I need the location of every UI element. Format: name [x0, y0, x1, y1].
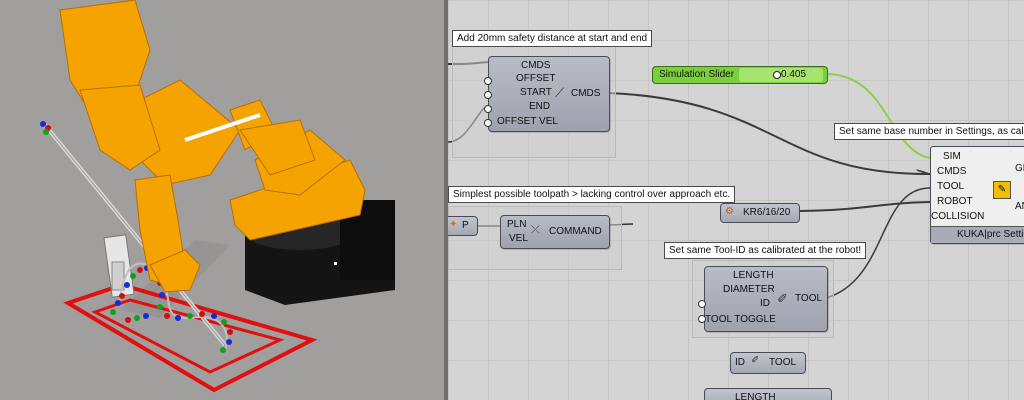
viewport-scene [40, 0, 395, 393]
input-diameter[interactable]: DIAMETER [723, 284, 775, 295]
kukaprc-core[interactable]: SIM CMDS TOOL ROBOT COLLISION ✎ GE AN KU… [930, 146, 1024, 244]
core-footer-label: KUKA|prc Setti [957, 229, 1024, 240]
note-safety-distance: Add 20mm safety distance at start and en… [452, 30, 653, 47]
point-label: P [462, 220, 469, 231]
tool2-icon: ✐ [751, 355, 760, 366]
lin-command[interactable]: PLN VEL ⤫ COMMAND [500, 215, 610, 249]
output-cmds[interactable]: CMDS [571, 88, 600, 99]
input-id[interactable]: ID [760, 298, 770, 309]
input-start[interactable]: START [520, 87, 552, 98]
grip-offset-vel[interactable] [484, 119, 492, 127]
input-cmds-core[interactable]: CMDS [937, 166, 966, 177]
grip-end[interactable] [484, 91, 492, 99]
input-vel[interactable]: VEL [509, 233, 528, 244]
grip-id[interactable] [698, 300, 706, 308]
point-param[interactable]: ✦ P [448, 216, 478, 236]
rhino-viewport[interactable] [0, 0, 444, 400]
tool-id-component[interactable]: ID ✐ TOOL [730, 352, 806, 374]
slider-value: 0.405 [781, 69, 807, 80]
simulation-slider[interactable]: Simulation Slider 0.405 [652, 66, 828, 84]
input-sim[interactable]: SIM [943, 151, 961, 162]
slider-track[interactable]: 0.405 [739, 68, 823, 82]
robot-arm-icon: ⚙ [725, 206, 734, 217]
slider-handle[interactable] [773, 71, 781, 79]
lin-icon: ⤫ [531, 224, 540, 236]
input-cmds[interactable]: CMDS [521, 60, 550, 71]
note-toolpath: Simplest possible toolpath > lacking con… [448, 186, 736, 203]
note-tool-id: Set same Tool-ID as calibrated at the ro… [664, 242, 867, 259]
grasshopper-canvas[interactable]: Add 20mm safety distance at start and en… [448, 0, 1024, 400]
input-length[interactable]: LENGTH [733, 270, 774, 281]
tool2-output[interactable]: TOOL [769, 357, 796, 368]
grip-tool-toggle[interactable] [698, 315, 706, 323]
output-ge[interactable]: GE [1015, 163, 1024, 174]
slider-name: Simulation Slider [659, 69, 735, 80]
input-tool[interactable]: TOOL [937, 181, 964, 192]
input-robot[interactable]: ROBOT [937, 196, 973, 207]
input-collision[interactable]: COLLISION [931, 211, 984, 222]
safety-component[interactable]: CMDS OFFSET START END OFFSET VEL ⟋ CMDS [488, 56, 610, 132]
kuka-safety-icon: ⟋ [555, 85, 565, 100]
core-footer: KUKA|prc Setti [931, 226, 1024, 243]
tool2-input-id[interactable]: ID [735, 357, 745, 368]
bottom-component[interactable]: LENGTH [704, 388, 832, 400]
output-an[interactable]: AN [1015, 201, 1024, 212]
robot-label: KR6/16/20 [743, 207, 791, 218]
input-tool-toggle[interactable]: TOOL TOGGLE [705, 314, 776, 325]
input-offset-vel[interactable]: OFFSET VEL [497, 116, 558, 127]
output-command[interactable]: COMMAND [549, 226, 602, 237]
input-offset[interactable]: OFFSET [516, 73, 555, 84]
output-tool[interactable]: TOOL [795, 293, 822, 304]
input-end[interactable]: END [529, 101, 550, 112]
robot-param[interactable]: ⚙ KR6/16/20 [720, 203, 800, 223]
grip-offset[interactable] [484, 105, 492, 113]
tool-component[interactable]: LENGTH DIAMETER ID TOOL TOGGLE ✐ TOOL [704, 266, 828, 332]
point-icon: ✦ [449, 219, 458, 230]
grip-start[interactable] [484, 77, 492, 85]
note-base-number: Set same base number in Settings, as cal… [834, 123, 1024, 140]
kuka-core-icon: ✎ [993, 181, 1011, 199]
input-pln[interactable]: PLN [507, 219, 526, 230]
tool-icon: ✐ [777, 291, 788, 306]
bottom-input-length[interactable]: LENGTH [735, 392, 776, 400]
